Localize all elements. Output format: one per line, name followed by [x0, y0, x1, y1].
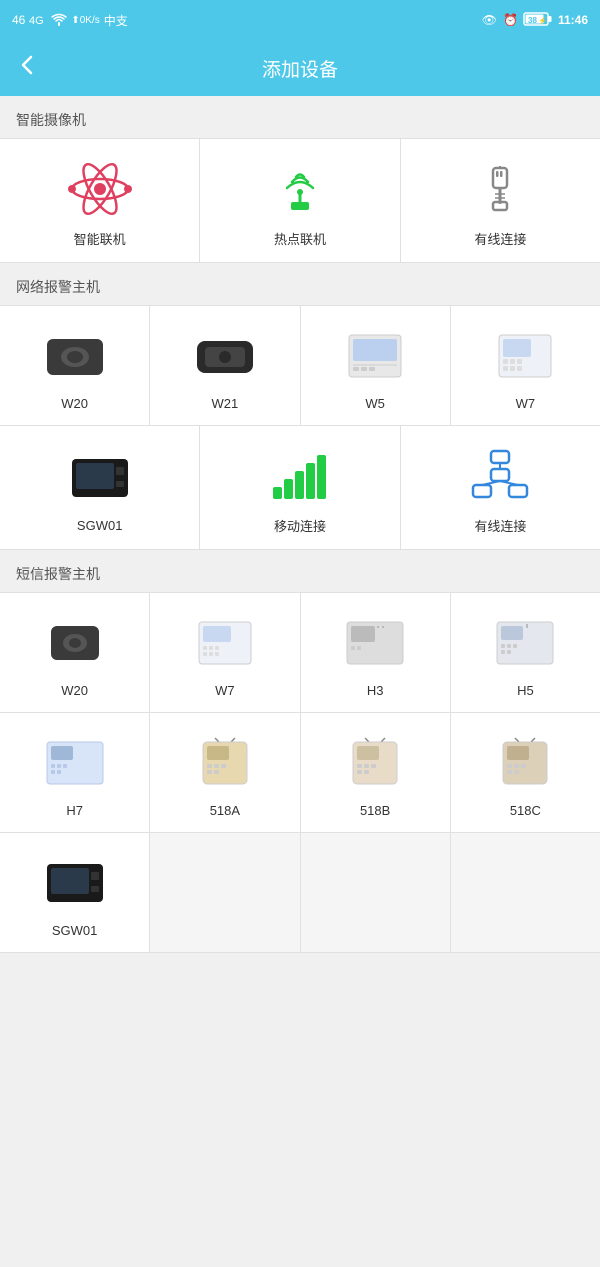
nav-bar: 添加设备 — [0, 40, 600, 96]
518b-sms-icon — [343, 731, 407, 795]
sgw01-sms-icon — [43, 851, 107, 915]
atom-icon — [68, 157, 132, 221]
eye-icon: 👁 — [482, 13, 497, 27]
518a-sms-icon — [193, 731, 257, 795]
wired-connect-cam-label: 有线连接 — [474, 229, 526, 248]
network-grid: W20 W21 — [0, 305, 600, 550]
h7-sms-cell[interactable]: H7 — [0, 713, 150, 832]
518c-sms-label: 518C — [510, 803, 541, 818]
camera-grid: 智能联机 热点联机 — [0, 138, 600, 263]
w20-sms-label: W20 — [61, 683, 88, 698]
data-speed: ⬆0K/s — [71, 15, 99, 26]
w7-net-cell[interactable]: W7 — [451, 306, 600, 425]
svg-text:38: 38 — [528, 16, 537, 25]
svg-text:⚡: ⚡ — [538, 16, 547, 25]
camera-row-1: 智能联机 热点联机 — [0, 139, 600, 262]
w21-net-cell[interactable]: W21 — [150, 306, 300, 425]
signal-bars-icon — [268, 444, 332, 508]
h3-sms-cell[interactable]: H3 — [301, 593, 451, 712]
sgw01-net-label: SGW01 — [77, 518, 123, 533]
page-title: 添加设备 — [262, 55, 338, 82]
empty-cell-1 — [150, 833, 300, 952]
4g-icon: 4G — [29, 12, 47, 29]
w21-net-icon — [193, 324, 257, 388]
battery: 38 ⚡ — [524, 12, 552, 29]
w5-net-icon — [343, 324, 407, 388]
518c-sms-icon — [493, 731, 557, 795]
w20-net-cell[interactable]: W20 — [0, 306, 150, 425]
smart-connect-label: 智能联机 — [74, 229, 126, 248]
sgw01-sms-label: SGW01 — [52, 923, 98, 938]
h5-sms-label: H5 — [517, 683, 534, 698]
empty-cell-3 — [451, 833, 600, 952]
w20-net-icon — [43, 324, 107, 388]
wired-connect-net-label: 有线连接 — [474, 516, 526, 535]
h5-sms-cell[interactable]: H5 — [451, 593, 600, 712]
w7-net-label: W7 — [516, 396, 536, 411]
network-row-1: W20 W21 — [0, 306, 600, 426]
w20-sms-cell[interactable]: W20 — [0, 593, 150, 712]
time: 11:46 — [558, 13, 588, 27]
smart-connect-cell[interactable]: 智能联机 — [0, 139, 200, 262]
section-label-camera: 智能摄像机 — [0, 96, 600, 138]
status-right: 👁 ⏰ 38 ⚡ 11:46 — [482, 12, 588, 29]
wired-connect-cam-cell[interactable]: 有线连接 — [401, 139, 600, 262]
wifi-hotspot-icon — [268, 157, 332, 221]
w7-net-icon — [493, 324, 557, 388]
network-tree-icon — [468, 444, 532, 508]
w20-net-label: W20 — [61, 396, 88, 411]
cable-icon — [468, 157, 532, 221]
sgw01-net-cell[interactable]: SGW01 — [0, 426, 200, 549]
hotspot-connect-cell[interactable]: 热点联机 — [200, 139, 400, 262]
518b-sms-label: 518B — [360, 803, 390, 818]
svg-text:4G: 4G — [29, 15, 44, 27]
w21-net-label: W21 — [212, 396, 239, 411]
h5-sms-icon — [493, 611, 557, 675]
sms-row-3: SGW01 — [0, 833, 600, 952]
h7-sms-label: H7 — [66, 803, 83, 818]
carrier: 中支 — [104, 12, 128, 29]
wifi-status — [51, 12, 67, 29]
hotspot-connect-label: 热点联机 — [274, 229, 326, 248]
h3-sms-icon — [343, 611, 407, 675]
mobile-connect-label: 移动连接 — [274, 516, 326, 535]
518a-sms-cell[interactable]: 518A — [150, 713, 300, 832]
518a-sms-label: 518A — [210, 803, 240, 818]
h3-sms-label: H3 — [367, 683, 384, 698]
sgw01-sms-cell[interactable]: SGW01 — [0, 833, 150, 952]
wired-connect-net-cell[interactable]: 有线连接 — [401, 426, 600, 549]
mobile-connect-cell[interactable]: 移动连接 — [200, 426, 400, 549]
sgw01-net-icon — [68, 446, 132, 510]
sms-row-1: W20 W7 — [0, 593, 600, 713]
518b-sms-cell[interactable]: 518B — [301, 713, 451, 832]
status-bar: 46 4G ⬆0K/s 中支 👁 ⏰ 38 ⚡ 11:46 — [0, 0, 600, 40]
518c-sms-cell[interactable]: 518C — [451, 713, 600, 832]
network-row-2: SGW01 移动连接 — [0, 426, 600, 549]
h7-sms-icon — [43, 731, 107, 795]
status-left: 46 4G ⬆0K/s 中支 — [12, 12, 128, 29]
section-label-network: 网络报警主机 — [0, 263, 600, 305]
w7-sms-icon — [193, 611, 257, 675]
w5-net-label: W5 — [365, 396, 385, 411]
w7-sms-label: W7 — [215, 683, 235, 698]
empty-cell-2 — [301, 833, 451, 952]
back-button[interactable] — [16, 53, 40, 83]
w20-sms-icon — [43, 611, 107, 675]
sms-grid: W20 W7 — [0, 592, 600, 953]
section-label-sms: 短信报警主机 — [0, 550, 600, 592]
w5-net-cell[interactable]: W5 — [301, 306, 451, 425]
sms-row-2: H7 — [0, 713, 600, 833]
signal-text: 46 — [12, 13, 25, 27]
w7-sms-cell[interactable]: W7 — [150, 593, 300, 712]
alarm-icon: ⏰ — [503, 13, 518, 27]
content: 智能摄像机 — [0, 96, 600, 973]
